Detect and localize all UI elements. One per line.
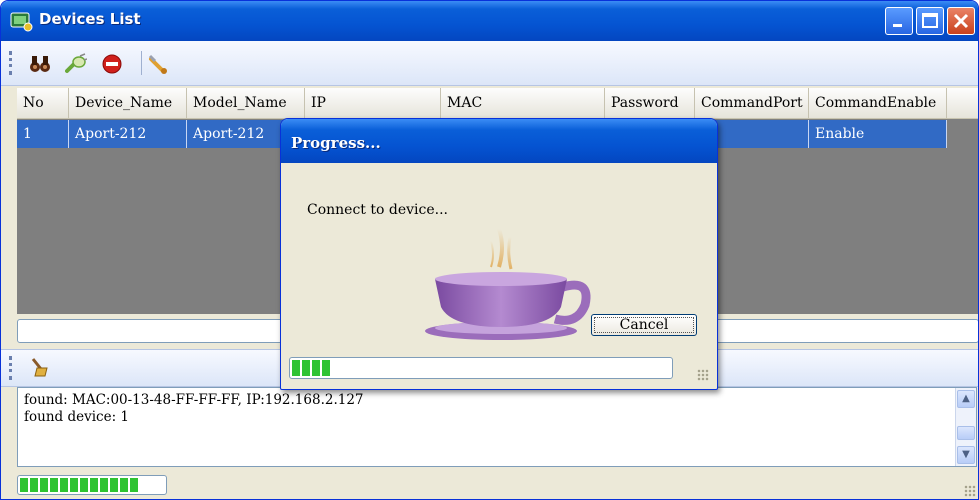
close-button[interactable] (947, 7, 975, 35)
vertical-scrollbar[interactable]: ▲ ▼ (955, 388, 976, 466)
binoculars-icon[interactable] (29, 53, 51, 75)
table-header: No Device_Name Model_Name IP MAC Passwor… (17, 88, 978, 119)
maximize-button[interactable] (916, 7, 944, 35)
column-header-commandport[interactable]: CommandPort (695, 88, 809, 118)
column-header-commandenable[interactable]: CommandEnable (809, 88, 947, 118)
resize-grip[interactable] (964, 485, 976, 497)
progress-dialog: Progress... Connect to device... Cancel (280, 118, 718, 390)
log-output[interactable]: found: MAC:00-13-48-FF-FF-FF, IP:192.168… (17, 387, 977, 467)
scroll-thumb[interactable] (957, 426, 975, 440)
status-progress-bar (17, 475, 167, 495)
column-header-device-name[interactable]: Device_Name (69, 88, 187, 118)
resize-grip[interactable] (697, 369, 709, 381)
column-header-mac[interactable]: MAC (441, 88, 605, 118)
scroll-up-button[interactable]: ▲ (957, 390, 975, 408)
column-header-ip[interactable]: IP (305, 88, 441, 118)
dialog-title: Progress... (291, 134, 381, 152)
coffee-cup-icon (425, 228, 591, 340)
cancel-button[interactable]: Cancel (591, 314, 697, 336)
status-bar (1, 469, 978, 499)
dialog-body: Connect to device... Cancel (285, 163, 713, 353)
minimize-button[interactable] (885, 7, 913, 35)
toolbar-grip[interactable] (9, 51, 15, 75)
status-progress-fill (20, 478, 138, 492)
app-icon (10, 12, 33, 32)
column-header-model-name[interactable]: Model_Name (187, 88, 305, 118)
log-line: found device: 1 (24, 409, 130, 425)
log-line: found: MAC:00-13-48-FF-FF-FF, IP:192.168… (24, 392, 364, 408)
dialog-status-bar (285, 355, 713, 385)
close-icon (953, 13, 969, 29)
toolbar-grip[interactable] (9, 356, 15, 380)
minimize-icon (893, 24, 902, 27)
maximize-icon (922, 13, 938, 28)
dialog-title-bar[interactable]: Progress... (281, 119, 717, 163)
window-title: Devices List (39, 10, 141, 28)
broom-icon[interactable] (29, 356, 51, 378)
main-toolbar (1, 41, 978, 86)
tools-icon[interactable] (147, 53, 169, 75)
title-bar[interactable]: Devices List (1, 1, 978, 41)
dialog-progress-bar (289, 357, 673, 379)
toolbar-separator (141, 51, 142, 75)
dialog-progress-fill (292, 360, 330, 376)
cell-commandenable: Enable (809, 120, 947, 148)
column-header-no[interactable]: No (17, 88, 69, 118)
scroll-down-button[interactable]: ▼ (957, 446, 975, 464)
cell-no: 1 (17, 120, 69, 148)
cell-device-name: Aport-212 (69, 120, 187, 148)
stop-icon[interactable] (101, 53, 123, 75)
column-header-password[interactable]: Password (605, 88, 695, 118)
connect-plug-icon[interactable] (65, 53, 87, 75)
